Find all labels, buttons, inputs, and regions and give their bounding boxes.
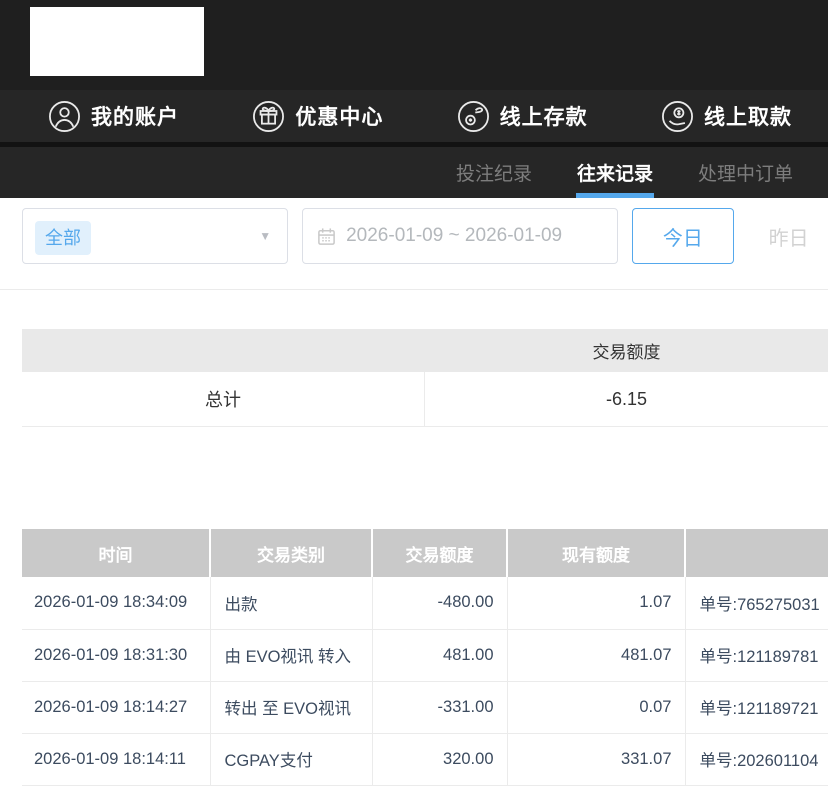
tab-transaction-records[interactable]: 往来记录 bbox=[577, 147, 653, 198]
cell-type: CGPAY支付 bbox=[210, 733, 372, 785]
cell-order: 单号:765275031 bbox=[685, 577, 828, 629]
col-header-time: 时间 bbox=[22, 529, 210, 577]
cell-balance: 481.07 bbox=[507, 629, 685, 681]
nav-item-label: 线上取款 bbox=[704, 101, 792, 131]
records-table: 时间 交易类别 交易额度 现有额度 2026-01-09 18:34:09 出款… bbox=[22, 529, 828, 786]
filter-row: 全部 ▼ 2026-01-09 ~ 2026-01-09 今日 昨日 bbox=[22, 208, 828, 264]
col-header-amount: 交易额度 bbox=[372, 529, 507, 577]
summary-table: 交易额度 总计 -6.15 bbox=[22, 329, 828, 427]
table-row: 2026-01-09 18:34:09 出款 -480.00 1.07 单号:7… bbox=[22, 577, 828, 629]
nav-item-label: 我的账户 bbox=[91, 101, 179, 131]
today-button[interactable]: 今日 bbox=[632, 208, 735, 264]
cell-time: 2026-01-09 18:14:11 bbox=[22, 733, 210, 785]
tab-label: 往来记录 bbox=[577, 159, 653, 186]
nav-item-withdraw[interactable]: 线上取款 bbox=[661, 100, 792, 133]
chevron-down-icon: ▼ bbox=[259, 229, 271, 243]
summary-header-empty bbox=[22, 329, 425, 372]
tab-label: 处理中订单 bbox=[698, 159, 793, 186]
calendar-icon bbox=[317, 227, 336, 246]
col-header-order bbox=[685, 529, 828, 577]
col-header-type: 交易类别 bbox=[210, 529, 372, 577]
yesterday-button[interactable]: 昨日 bbox=[749, 208, 828, 264]
date-range-value: 2026-01-09 ~ 2026-01-09 bbox=[346, 225, 562, 247]
records-header-row: 时间 交易类别 交易额度 现有额度 bbox=[22, 529, 828, 577]
cell-amount: 320.00 bbox=[372, 733, 507, 785]
section-divider bbox=[0, 289, 828, 290]
selected-type-chip: 全部 bbox=[35, 221, 91, 255]
date-range-input[interactable]: 2026-01-09 ~ 2026-01-09 bbox=[302, 208, 618, 264]
content-area: 全部 ▼ 2026-01-09 ~ 2026-01-09 今日 昨日 交易额度 bbox=[0, 208, 828, 786]
main-nav: 我的账户 优惠中心 线上存款 bbox=[0, 90, 828, 142]
nav-item-label: 线上存款 bbox=[500, 101, 588, 131]
summary-total-label: 总计 bbox=[22, 372, 425, 426]
cell-amount: 481.00 bbox=[372, 629, 507, 681]
nav-item-deposit[interactable]: 线上存款 bbox=[457, 100, 588, 133]
table-row: 2026-01-09 18:14:11 CGPAY支付 320.00 331.0… bbox=[22, 733, 828, 785]
cell-type: 转出 至 EVO视讯 bbox=[210, 681, 372, 733]
nav-item-promotions[interactable]: 优惠中心 bbox=[252, 100, 383, 133]
cell-time: 2026-01-09 18:34:09 bbox=[22, 577, 210, 629]
cell-order: 单号:202601104 bbox=[685, 733, 828, 785]
active-tab-underline bbox=[576, 193, 654, 198]
summary-header-row: 交易额度 bbox=[22, 329, 828, 372]
tab-label: 投注纪录 bbox=[456, 159, 532, 186]
transaction-type-select[interactable]: 全部 ▼ bbox=[22, 208, 288, 264]
tab-processing-orders[interactable]: 处理中订单 bbox=[698, 147, 793, 198]
nav-item-my-account[interactable]: 我的账户 bbox=[48, 100, 179, 133]
summary-header-amount: 交易额度 bbox=[425, 329, 828, 372]
user-icon bbox=[48, 100, 81, 133]
cell-balance: 0.07 bbox=[507, 681, 685, 733]
cell-order: 单号:121189721 bbox=[685, 681, 828, 733]
table-row: 2026-01-09 18:31:30 由 EVO视讯 转入 481.00 48… bbox=[22, 629, 828, 681]
cell-type: 出款 bbox=[210, 577, 372, 629]
cell-amount: -331.00 bbox=[372, 681, 507, 733]
cell-balance: 331.07 bbox=[507, 733, 685, 785]
logo bbox=[30, 7, 204, 76]
summary-total-row: 总计 -6.15 bbox=[22, 372, 828, 427]
records-table-wrap: 时间 交易类别 交易额度 现有额度 2026-01-09 18:34:09 出款… bbox=[22, 529, 828, 786]
summary-total-amount: -6.15 bbox=[425, 372, 828, 426]
gift-icon bbox=[252, 100, 285, 133]
cell-type: 由 EVO视讯 转入 bbox=[210, 629, 372, 681]
tab-betting-records[interactable]: 投注纪录 bbox=[456, 147, 532, 198]
deposit-icon bbox=[457, 100, 490, 133]
cell-time: 2026-01-09 18:14:27 bbox=[22, 681, 210, 733]
nav-item-label: 优惠中心 bbox=[295, 101, 383, 131]
cell-order: 单号:121189781 bbox=[685, 629, 828, 681]
cell-time: 2026-01-09 18:31:30 bbox=[22, 629, 210, 681]
record-tabs: 投注纪录 往来记录 处理中订单 bbox=[0, 147, 828, 198]
cell-amount: -480.00 bbox=[372, 577, 507, 629]
cell-balance: 1.07 bbox=[507, 577, 685, 629]
top-header bbox=[0, 0, 828, 90]
col-header-balance: 现有额度 bbox=[507, 529, 685, 577]
table-row: 2026-01-09 18:14:27 转出 至 EVO视讯 -331.00 0… bbox=[22, 681, 828, 733]
withdraw-icon bbox=[661, 100, 694, 133]
